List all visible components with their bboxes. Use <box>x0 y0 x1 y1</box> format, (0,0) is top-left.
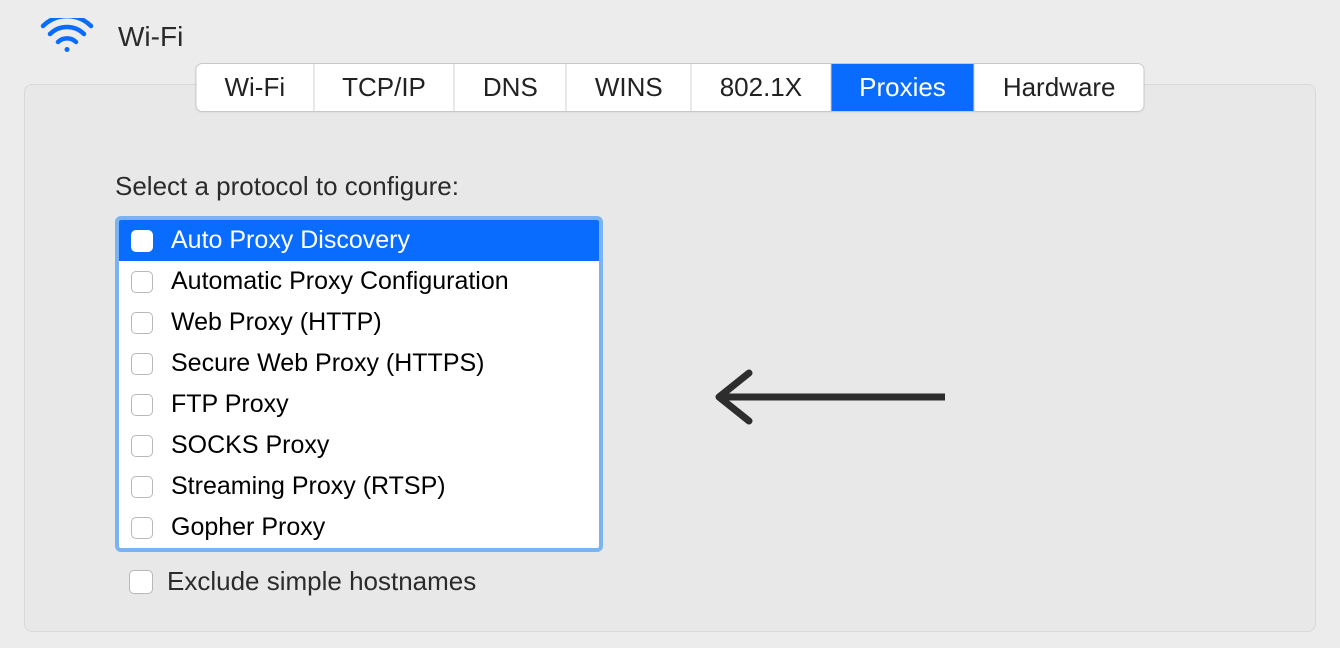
page-title: Wi-Fi <box>118 21 183 53</box>
tab-wins[interactable]: WINS <box>567 64 692 111</box>
tab-dns[interactable]: DNS <box>455 64 567 111</box>
protocol-auto-discovery[interactable]: Auto Proxy Discovery <box>119 220 599 261</box>
tabs: Wi-Fi TCP/IP DNS WINS 802.1X Proxies Har… <box>195 63 1144 112</box>
protocol-label: FTP Proxy <box>171 390 289 419</box>
checkbox[interactable] <box>131 230 153 252</box>
wifi-icon <box>40 18 94 56</box>
protocol-label: Auto Proxy Discovery <box>171 226 410 255</box>
exclude-hostnames-row: Exclude simple hostnames <box>129 566 1235 597</box>
checkbox[interactable] <box>131 312 153 334</box>
tab-hardware[interactable]: Hardware <box>975 64 1144 111</box>
protocol-rtsp[interactable]: Streaming Proxy (RTSP) <box>119 466 599 507</box>
protocol-auto-config[interactable]: Automatic Proxy Configuration <box>119 261 599 302</box>
tab-8021x[interactable]: 802.1X <box>692 64 831 111</box>
tab-tcpip[interactable]: TCP/IP <box>314 64 455 111</box>
checkbox[interactable] <box>131 394 153 416</box>
protocol-gopher[interactable]: Gopher Proxy <box>119 507 599 548</box>
protocol-label: SOCKS Proxy <box>171 431 329 460</box>
content: Select a protocol to configure: Auto Pro… <box>25 85 1315 617</box>
exclude-checkbox[interactable] <box>129 570 153 594</box>
protocol-http[interactable]: Web Proxy (HTTP) <box>119 302 599 343</box>
protocol-label: Streaming Proxy (RTSP) <box>171 472 446 501</box>
section-label: Select a protocol to configure: <box>115 171 1235 202</box>
tab-proxies[interactable]: Proxies <box>831 64 975 111</box>
protocol-socks[interactable]: SOCKS Proxy <box>119 425 599 466</box>
checkbox[interactable] <box>131 517 153 539</box>
protocol-label: Web Proxy (HTTP) <box>171 308 382 337</box>
protocol-ftp[interactable]: FTP Proxy <box>119 384 599 425</box>
annotation-arrow-icon <box>705 367 955 432</box>
protocol-label: Gopher Proxy <box>171 513 325 542</box>
checkbox[interactable] <box>131 435 153 457</box>
checkbox[interactable] <box>131 271 153 293</box>
protocol-label: Automatic Proxy Configuration <box>171 267 509 296</box>
protocol-https[interactable]: Secure Web Proxy (HTTPS) <box>119 343 599 384</box>
exclude-label: Exclude simple hostnames <box>167 566 476 597</box>
settings-panel: Wi-Fi TCP/IP DNS WINS 802.1X Proxies Har… <box>24 84 1316 632</box>
protocol-list: Auto Proxy Discovery Automatic Proxy Con… <box>115 216 603 552</box>
tab-wifi[interactable]: Wi-Fi <box>196 64 314 111</box>
protocol-label: Secure Web Proxy (HTTPS) <box>171 349 485 378</box>
checkbox[interactable] <box>131 353 153 375</box>
checkbox[interactable] <box>131 476 153 498</box>
